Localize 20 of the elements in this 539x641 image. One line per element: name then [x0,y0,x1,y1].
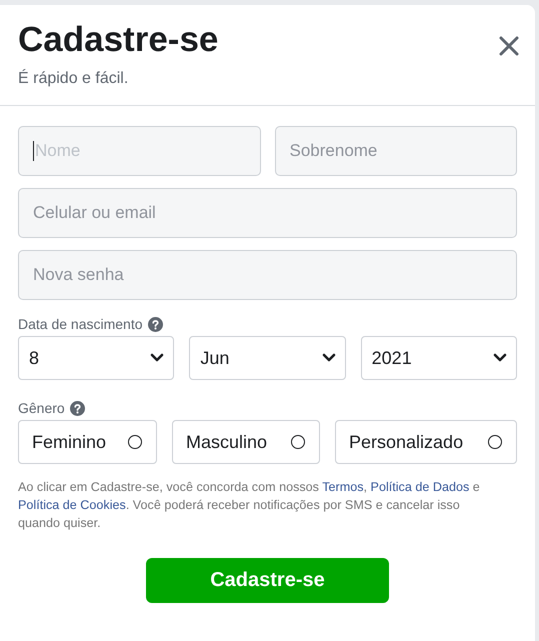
field-label: Gênero [18,400,65,416]
radio-button[interactable] [488,435,502,449]
radio-button[interactable] [128,435,142,449]
date-dropdown[interactable]: Jun [189,336,346,380]
chevron-down-icon [492,353,507,363]
chevron-down-icon [150,353,164,363]
field-label: Data de nascimento [18,316,143,332]
dialog-title: Cadastre-se [18,19,218,61]
date-dropdown[interactable]: 8 [18,336,174,380]
policy-link[interactable]: Termos [322,480,364,494]
dialog-subtitle: É rápido e fácil. [18,69,130,89]
close-icon[interactable] [499,36,519,56]
policy-link[interactable]: Política de Dados [370,480,470,494]
policy-link[interactable]: Política de Cookies [18,498,126,512]
chevron-down-icon [322,353,336,363]
date-dropdown[interactable]: 2021 [360,336,517,380]
radio-button[interactable] [291,435,305,449]
terms-paragraph: Ao clicar em Cadastre-se, você concorda com nossos Termos, Política de Dados e Política de Cookies. Você poderá receber notificações por SMS e cancelar isso quando quiser. [18,479,481,532]
help-icon[interactable] [148,316,163,332]
help-icon[interactable] [70,400,85,416]
